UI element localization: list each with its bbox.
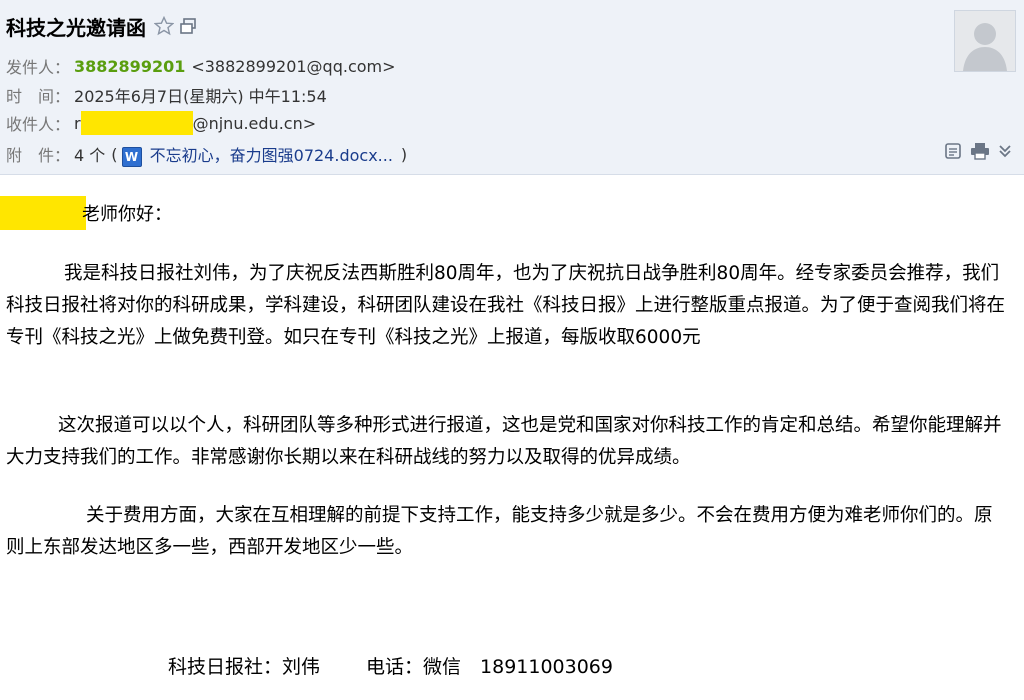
sender-label: 发件人： [6,58,71,77]
attachment-close-paren: ) [400,144,408,164]
recipient-label: 收件人： [6,115,71,134]
signature: 科技日报社：刘伟 电话：微信 18911003069 [168,652,613,679]
body-paragraph-1: 我是科技日报社刘伟，为了庆祝反法西斯胜利80周年，也为了庆祝抗日战争胜利80周年… [6,263,1006,348]
star-outline-icon[interactable] [154,16,174,36]
attachment-row: 附 件： 4 个 ( W 不忘初心，奋力图强0724.docx... ) [6,142,408,167]
greeting: 老师你好： [0,196,172,230]
attachment-name[interactable]: 不忘初心，奋力图强0724.docx... [150,146,393,165]
attachment-count[interactable]: 4 个 [74,142,105,166]
docx-file-icon: W [121,146,142,167]
time-label: 时 间： [6,87,71,106]
attachment-open-paren: ( [111,144,118,164]
new-window-icon[interactable] [178,16,198,36]
time-value: 2025年6月7日(星期六) 中午11:54 [74,87,327,106]
attachment-link[interactable]: W 不忘初心，奋力图强0724.docx... [121,142,393,167]
subject-row: 科技之光邀请函 [6,10,198,42]
email-subject: 科技之光邀请函 [6,15,146,40]
note-icon[interactable] [944,142,962,160]
signature-phone: 电话：微信 18911003069 [366,656,613,678]
recipient-redaction [80,111,193,135]
attachment-label: 附 件： [6,146,71,165]
email-header: 科技之光邀请函 发件人： 3882899201 <3882899201@qq.c… [0,0,1024,175]
sender-avatar[interactable] [954,10,1016,72]
header-toolbar [944,142,1012,160]
time-row: 时 间： 2025年6月7日(星期六) 中午11:54 [6,83,327,107]
print-icon[interactable] [970,142,990,160]
double-chevron-down-icon[interactable] [998,143,1012,159]
recipient-prefix: r [74,113,81,133]
user-silhouette-icon [955,11,1015,71]
sender-row: 发件人： 3882899201 <3882899201@qq.com> [6,54,396,78]
recipient-row: 收件人： r @njnu.edu.cn> [6,111,316,135]
recipient-suffix[interactable]: @njnu.edu.cn> [193,114,317,133]
greeting-text: 老师你好： [82,204,172,225]
greeting-redaction [0,196,86,230]
sender-name[interactable]: 3882899201 [74,57,185,76]
signature-org: 科技日报社：刘伟 [168,656,321,678]
body-paragraph-2: 这次报道可以以个人，科研团队等多种形式进行报道，这也是党和国家对你科技工作的肯定… [6,415,1002,468]
sender-email[interactable]: <3882899201@qq.com> [191,57,395,76]
body-paragraph-3: 关于费用方面，大家在互相理解的前提下支持工作，能支持多少就是多少。不会在费用方便… [6,505,993,558]
